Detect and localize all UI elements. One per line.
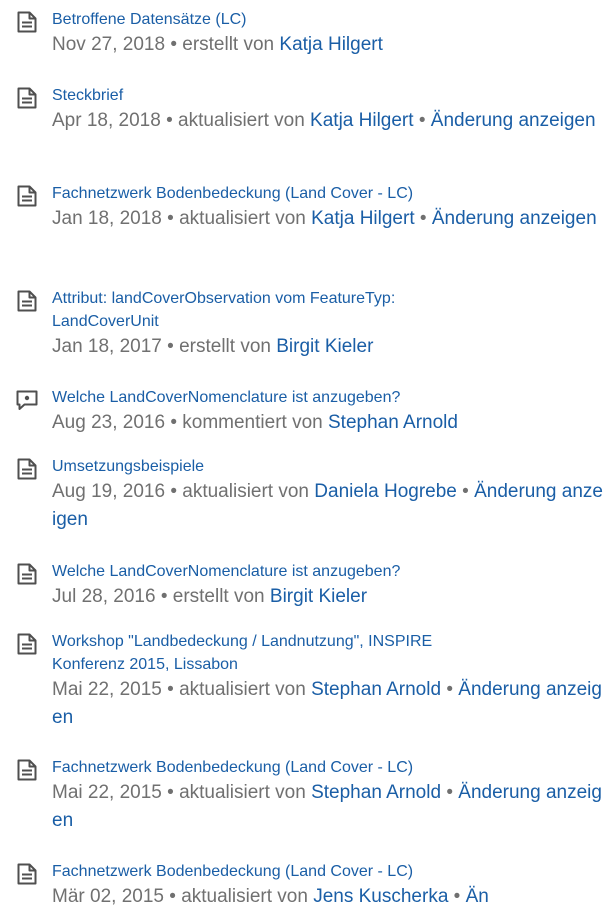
- page-icon: [15, 632, 39, 656]
- item-title-link[interactable]: Welche LandCoverNomenclature ist anzugeb…: [52, 386, 603, 409]
- bullet: •: [160, 586, 168, 607]
- bullet: •: [170, 481, 177, 502]
- bullet: •: [170, 412, 177, 433]
- bullet: •: [446, 679, 453, 700]
- item-action: kommentiert von: [182, 412, 323, 433]
- item-date: Aug 19, 2016: [52, 481, 166, 502]
- item-meta: Nov 27, 2018 • erstellt von Katja Hilger…: [52, 31, 603, 59]
- page-icon: [15, 562, 39, 586]
- item-meta: Apr 18, 2018 • aktualisiert von Katja Hi…: [52, 107, 603, 135]
- item-meta: Mai 22, 2015 • aktualisiert von Stephan …: [52, 779, 603, 835]
- item-action: aktualisiert von: [179, 679, 306, 700]
- page-icon: [15, 289, 39, 313]
- bullet: •: [167, 679, 174, 700]
- list-item-content: Welche LandCoverNomenclature ist anzugeb…: [52, 386, 603, 437]
- item-date: Mai 22, 2015: [52, 679, 162, 700]
- bullet: •: [453, 886, 461, 907]
- bullet: •: [166, 110, 173, 131]
- bullet: •: [419, 208, 427, 229]
- list-item-content: Welche LandCoverNomenclature ist anzugeb…: [52, 560, 603, 611]
- page-icon: [15, 184, 39, 208]
- bullet: •: [167, 782, 174, 803]
- item-action: aktualisiert von: [179, 782, 306, 803]
- bullet: •: [446, 782, 453, 803]
- bullet: •: [418, 110, 426, 131]
- author-link[interactable]: Katja Hilgert: [279, 34, 383, 55]
- item-title-link[interactable]: Fachnetzwerk Bodenbedeckung (Land Cover …: [52, 756, 603, 779]
- item-date: Apr 18, 2018: [52, 110, 161, 131]
- item-meta: Aug 19, 2016 • aktualisiert von Daniela …: [52, 478, 603, 534]
- list-item-content: Attribut: landCoverObservation vom Featu…: [52, 287, 603, 361]
- list-item-content: Fachnetzwerk Bodenbedeckung (Land Cover …: [52, 756, 603, 835]
- item-meta: Jul 28, 2016 • erstellt von Birgit Kiele…: [52, 583, 603, 611]
- view-change-link[interactable]: Än: [466, 886, 489, 907]
- bullet: •: [170, 34, 177, 55]
- item-date: Jan 18, 2017: [52, 336, 162, 357]
- bullet: •: [169, 886, 176, 907]
- author-link[interactable]: Birgit Kieler: [276, 336, 373, 357]
- activity-feed: Betroffene Datensätze (LC) Nov 27, 2018 …: [0, 0, 609, 917]
- item-meta: Mär 02, 2015 • aktualisiert von Jens Kus…: [52, 883, 603, 911]
- item-action: aktualisiert von: [178, 110, 305, 131]
- item-action: erstellt von: [182, 34, 275, 55]
- page-icon: [15, 86, 39, 110]
- view-change-link[interactable]: Änderung anzeigen: [431, 110, 596, 131]
- list-item-content: Fachnetzwerk Bodenbedeckung (Land Cover …: [52, 182, 603, 233]
- bullet: •: [167, 208, 174, 229]
- bullet: •: [167, 336, 174, 357]
- item-action: erstellt von: [179, 336, 271, 357]
- item-meta: Jan 18, 2018 • aktualisiert von Katja Hi…: [52, 205, 603, 233]
- author-link[interactable]: Katja Hilgert: [310, 110, 414, 131]
- author-link[interactable]: Stephan Arnold: [311, 679, 441, 700]
- item-title-link[interactable]: Betroffene Datensätze (LC): [52, 8, 603, 31]
- list-item-content: Workshop "Landbedeckung / Landnutzung", …: [52, 630, 603, 732]
- item-title-link[interactable]: Attribut: landCoverObservation vom Featu…: [52, 287, 603, 333]
- item-date: Mai 22, 2015: [52, 782, 162, 803]
- item-meta: Jan 18, 2017 • erstellt von Birgit Kiele…: [52, 333, 603, 361]
- list-item-content: Betroffene Datensätze (LC) Nov 27, 2018 …: [52, 8, 603, 59]
- item-title-link[interactable]: Steckbrief: [52, 84, 603, 107]
- page-icon: [15, 758, 39, 782]
- item-date: Nov 27, 2018: [52, 34, 166, 55]
- item-title-link[interactable]: Fachnetzwerk Bodenbedeckung (Land Cover …: [52, 182, 603, 205]
- title-line: Attribut: landCoverObservation vom Featu…: [52, 290, 396, 307]
- item-date: Jul 28, 2016: [52, 586, 156, 607]
- item-action: aktualisiert von: [182, 481, 309, 502]
- item-action: aktualisiert von: [181, 886, 308, 907]
- item-meta: Aug 23, 2016 • kommentiert von Stephan A…: [52, 409, 603, 437]
- item-title-link[interactable]: Fachnetzwerk Bodenbedeckung (Land Cover …: [52, 860, 603, 883]
- author-link[interactable]: Birgit Kieler: [270, 586, 367, 607]
- page-icon: [15, 862, 39, 886]
- author-link[interactable]: Jens Kuscherka: [313, 886, 448, 907]
- list-item-content: Steckbrief Apr 18, 2018 • aktualisiert v…: [52, 84, 603, 135]
- list-item-content: Umsetzungsbeispiele Aug 19, 2016 • aktua…: [52, 455, 603, 534]
- item-title-link[interactable]: Welche LandCoverNomenclature ist anzugeb…: [52, 560, 603, 583]
- list-item-content: Fachnetzwerk Bodenbedeckung (Land Cover …: [52, 860, 603, 911]
- item-action: erstellt von: [172, 586, 265, 607]
- item-action: aktualisiert von: [179, 208, 306, 229]
- item-date: Aug 23, 2016: [52, 412, 166, 433]
- item-date: Mär 02, 2015: [52, 886, 164, 907]
- page-icon: [15, 457, 39, 481]
- comment-icon: [15, 388, 39, 412]
- item-title-link[interactable]: Workshop "Landbedeckung / Landnutzung", …: [52, 630, 603, 676]
- item-meta: Mai 22, 2015 • aktualisiert von Stephan …: [52, 676, 603, 732]
- title-line: Workshop "Landbedeckung / Landnutzung", …: [52, 633, 433, 650]
- item-date: Jan 18, 2018: [52, 208, 162, 229]
- author-link[interactable]: Stephan Arnold: [311, 782, 441, 803]
- bullet: •: [462, 481, 469, 502]
- author-link[interactable]: Katja Hilgert: [311, 208, 415, 229]
- title-line: LandCoverUnit: [52, 313, 159, 330]
- view-change-link[interactable]: Änderung anzeigen: [432, 208, 597, 229]
- item-title-link[interactable]: Umsetzungsbeispiele: [52, 455, 603, 478]
- author-link[interactable]: Stephan Arnold: [328, 412, 458, 433]
- author-link[interactable]: Daniela Hogrebe: [314, 481, 457, 502]
- page-icon: [15, 10, 39, 34]
- title-line: Konferenz 2015, Lissabon: [52, 656, 238, 673]
